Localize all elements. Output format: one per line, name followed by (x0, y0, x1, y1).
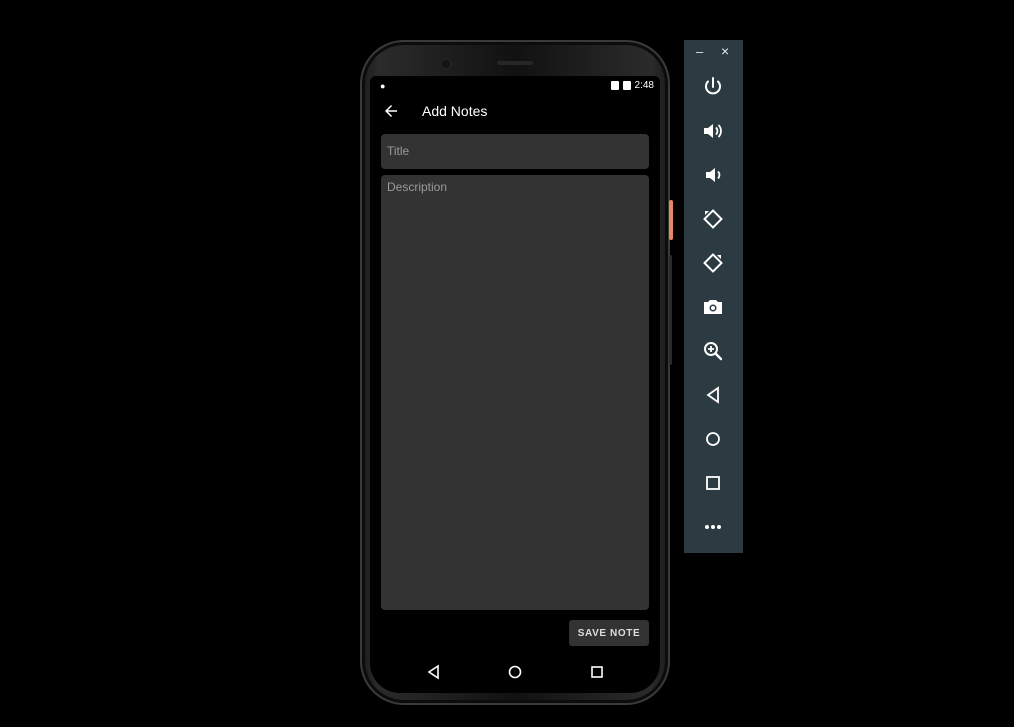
description-input[interactable]: Description (381, 175, 649, 610)
volume-up-button[interactable] (701, 119, 725, 143)
battery-icon (622, 81, 631, 90)
earpiece-speaker (497, 61, 533, 65)
back-button[interactable] (701, 383, 725, 407)
phone-power-key[interactable] (669, 200, 673, 240)
emulator-toolbar: – × (684, 40, 743, 553)
more-button[interactable] (701, 515, 725, 539)
back-arrow-icon[interactable] (382, 102, 400, 120)
home-circle-icon[interactable] (507, 664, 523, 680)
power-icon (705, 77, 721, 95)
device-screen: ● 2:48 Add Notes Title Description SAVE … (370, 76, 660, 693)
rotate-left-button[interactable] (701, 207, 725, 231)
back-triangle-icon (706, 386, 719, 404)
toolbar-header: – × (684, 40, 743, 66)
signal-icon (610, 81, 619, 90)
home-button[interactable] (701, 427, 725, 451)
overview-square-icon (706, 476, 720, 490)
back-triangle-icon[interactable] (426, 664, 442, 680)
power-button[interactable] (701, 75, 725, 99)
page-title: Add Notes (422, 103, 488, 119)
status-icons: 2:48 (610, 80, 654, 91)
status-time: 2:48 (634, 80, 654, 91)
title-input[interactable]: Title (381, 134, 649, 169)
zoom-in-icon (704, 342, 723, 361)
save-note-button[interactable]: SAVE NOTE (569, 620, 649, 646)
front-camera (440, 58, 452, 70)
phone-volume-keys[interactable] (669, 255, 672, 365)
volume-down-button[interactable] (701, 163, 725, 187)
more-dots-icon (705, 525, 721, 529)
home-circle-icon (706, 432, 720, 446)
minimize-button[interactable]: – (696, 44, 703, 59)
status-bar: ● 2:48 (370, 76, 660, 96)
volume-up-icon (704, 124, 722, 138)
overview-button[interactable] (701, 471, 725, 495)
rotate-left-icon (703, 209, 723, 229)
notification-icon: ● (380, 81, 386, 91)
app-bar: Add Notes (370, 96, 660, 126)
description-placeholder: Description (387, 180, 448, 194)
rotate-right-button[interactable] (701, 251, 725, 275)
recents-square-icon[interactable] (589, 664, 605, 680)
screenshot-button[interactable] (701, 295, 725, 319)
zoom-button[interactable] (701, 339, 725, 363)
volume-down-icon (706, 168, 721, 182)
title-placeholder: Title (387, 144, 410, 158)
navigation-bar (370, 656, 660, 688)
rotate-right-icon (703, 253, 723, 273)
close-button[interactable]: × (721, 43, 729, 59)
camera-icon (704, 300, 722, 314)
